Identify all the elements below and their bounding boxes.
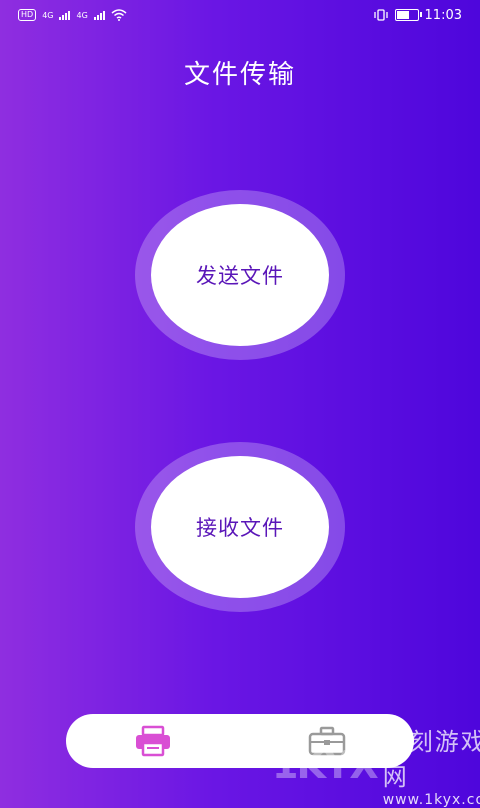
watermark-text-group: 一刻游戏网 www.1kyx.com bbox=[383, 722, 480, 808]
page-title: 文件传输 bbox=[183, 60, 296, 90]
receive-file-button[interactable]: 接收文件 bbox=[135, 442, 345, 612]
printer-icon bbox=[136, 725, 170, 757]
signal-icon bbox=[59, 10, 71, 20]
tab-printer[interactable] bbox=[129, 721, 177, 761]
vibrate-icon bbox=[373, 9, 388, 21]
watermark-text: 一刻游戏网 bbox=[382, 728, 480, 791]
status-right: 11:03 bbox=[373, 8, 462, 23]
signal-icon-2 bbox=[93, 10, 105, 20]
site-watermark: 1KYX 一刻游戏网 www.1kyx.com bbox=[272, 722, 480, 808]
clock-time: 11:03 bbox=[424, 7, 462, 23]
status-left: HD 4G 4G bbox=[18, 9, 127, 21]
watermark-logo: 1KYX bbox=[272, 743, 379, 787]
watermark-url: www.1kyx.com bbox=[382, 792, 480, 808]
receive-file-label[interactable]: 接收文件 bbox=[151, 456, 329, 598]
send-file-button[interactable]: 发送文件 bbox=[135, 190, 345, 360]
network-4g-label: 4G bbox=[42, 10, 54, 20]
battery-icon bbox=[394, 9, 422, 21]
battery-fill bbox=[396, 11, 410, 19]
status-bar: HD 4G 4G 11:03 bbox=[0, 0, 480, 30]
network-4g-label-2: 4G bbox=[76, 10, 88, 20]
hd-icon: HD bbox=[18, 9, 37, 21]
wifi-icon bbox=[111, 9, 127, 21]
send-file-label[interactable]: 发送文件 bbox=[151, 204, 329, 346]
